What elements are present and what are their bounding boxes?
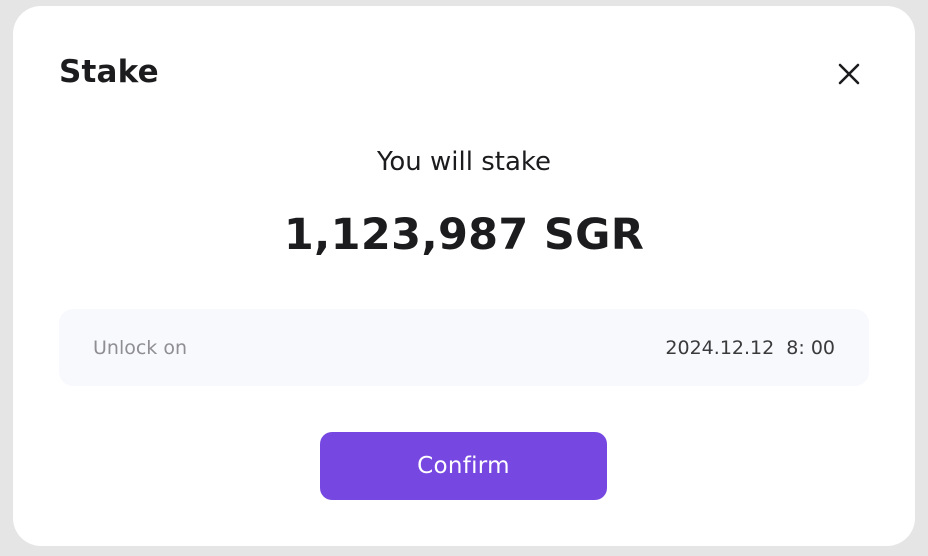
unlock-info-panel: Unlock on 2024.12.12 8: 00 xyxy=(59,309,869,386)
stake-amount: 1,123,987 SGR xyxy=(283,210,645,260)
close-button[interactable] xyxy=(835,60,863,88)
stake-intro-text: You will stake xyxy=(376,147,552,177)
unlock-date: 2024.12.12 8: 00 xyxy=(665,337,835,359)
unlock-label: Unlock on xyxy=(93,337,188,359)
stake-modal: Stake You will stake 1,123,987 SGR Unloc… xyxy=(13,6,915,546)
modal-title: Stake xyxy=(59,54,159,90)
confirm-button[interactable]: Confirm xyxy=(320,432,607,500)
close-icon xyxy=(835,60,863,88)
